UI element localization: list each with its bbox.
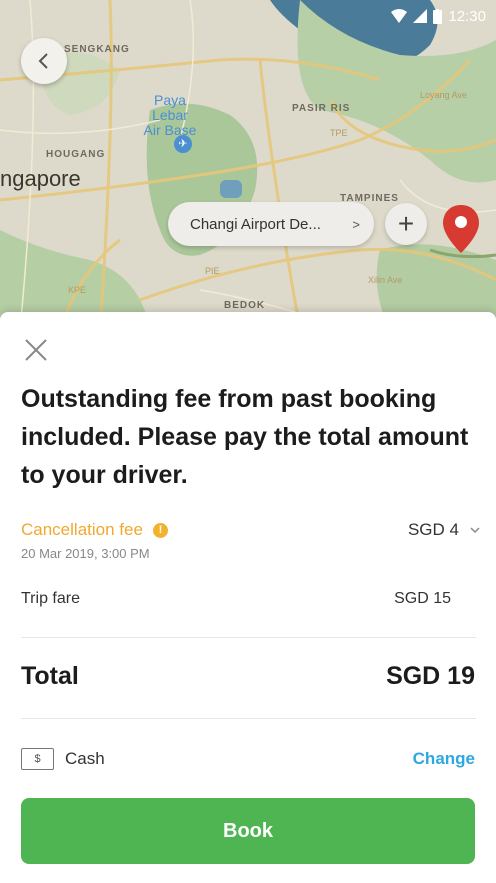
signal-icon (413, 9, 428, 23)
payment-method-label: Cash (65, 749, 105, 768)
status-time: 12:30 (448, 7, 486, 25)
map-road-loyang: Loyang Ave (420, 90, 467, 100)
cash-icon: $ (21, 748, 54, 770)
pickup-location-chip[interactable]: Changi Airport De... > (168, 202, 374, 246)
booking-sheet: Outstanding fee from past booking includ… (0, 312, 496, 883)
outstanding-fee-headline: Outstanding fee from past booking includ… (21, 385, 469, 489)
book-button[interactable]: Book (21, 798, 475, 864)
map-label-singapore: ngapore (0, 166, 81, 191)
pickup-location-label: Changi Airport De... (190, 215, 321, 233)
cancellation-fee-row[interactable]: Cancellation fee ! SGD 4 (21, 518, 481, 542)
cancellation-fee-date: 20 Mar 2019, 3:00 PM (21, 546, 150, 561)
divider (21, 718, 476, 719)
map-road-xilin: Xilin Ave (368, 275, 403, 285)
map-label-sengkang: SENGKANG (64, 44, 130, 55)
change-payment-link[interactable]: Change (413, 749, 475, 769)
trip-fare-amount: SGD 15 (394, 590, 451, 607)
map-label-paya-lebar-line1: Paya Lebar (152, 92, 188, 123)
info-icon[interactable]: ! (152, 522, 168, 538)
total-row: Total SGD 19 (21, 662, 475, 691)
map-road-kpe: KPE (68, 285, 87, 295)
location-pin-icon (443, 205, 479, 253)
trip-fare-row: Trip fare SGD 15 (21, 590, 451, 608)
total-label: Total (21, 662, 79, 690)
back-button[interactable] (21, 38, 67, 84)
map-label-bedok: BEDOK (224, 300, 266, 311)
map-view[interactable]: SENGKANG Paya Lebar Air Base ✈ PASIR RIS… (0, 0, 496, 330)
trip-fare-label: Trip fare (21, 590, 80, 607)
status-bar: 12:30 (336, 0, 496, 32)
cancellation-fee-label: Cancellation fee (21, 520, 143, 539)
chevron-left-icon (38, 53, 48, 69)
chevron-down-icon[interactable] (469, 524, 481, 536)
payment-method-row: $ Cash Change (21, 748, 475, 770)
close-icon[interactable] (22, 336, 50, 364)
map-label-paya-lebar: Paya Lebar Air Base (135, 93, 205, 138)
cancellation-fee-amount: SGD 4 (407, 520, 459, 539)
map-label-pasir-ris: PASIR RIS (292, 103, 351, 114)
map-label-hougang: HOUGANG (46, 149, 106, 160)
battery-icon (433, 8, 443, 24)
total-amount: SGD 19 (386, 662, 475, 690)
add-stop-button[interactable]: + (385, 203, 427, 245)
map-road-pie: PIE (205, 266, 220, 276)
airport-marker-icon: ✈ (174, 135, 192, 153)
map-road-tpe: TPE (330, 128, 348, 138)
divider (21, 637, 476, 638)
wifi-icon (391, 9, 408, 23)
map-label-air-base-line2: Air Base (143, 122, 197, 138)
chevron-right-icon: > (352, 216, 360, 232)
